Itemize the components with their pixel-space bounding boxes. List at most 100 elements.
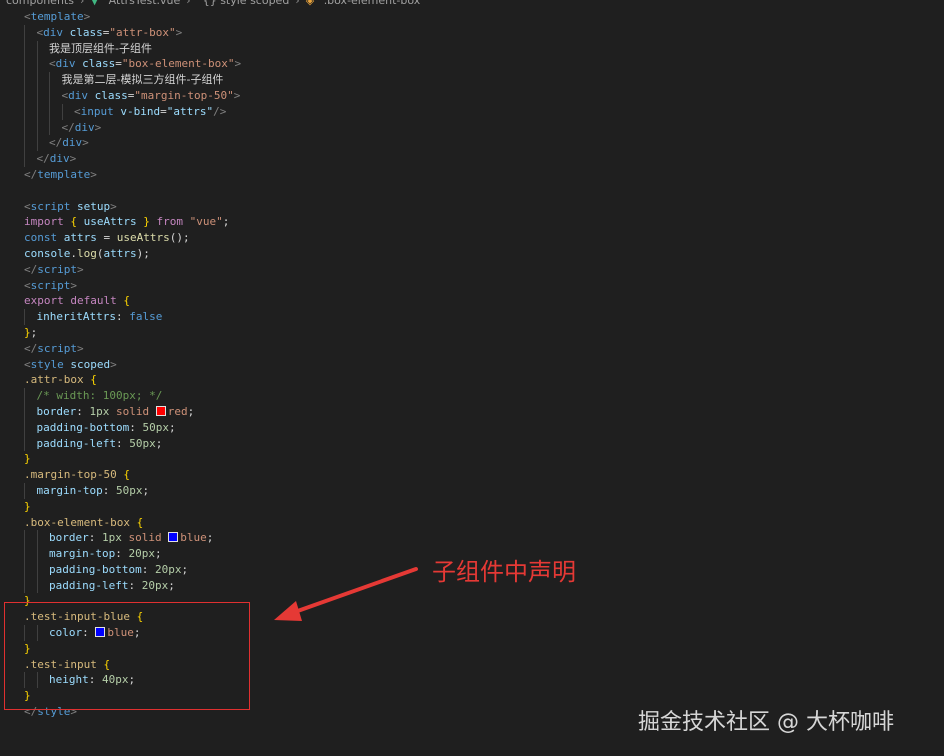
code-line[interactable]: inheritAttrs: false bbox=[24, 309, 944, 325]
code-token: "box-element-box" bbox=[121, 57, 235, 71]
code-token: .attr-box bbox=[24, 373, 84, 387]
code-token: input bbox=[80, 104, 114, 118]
code-line[interactable] bbox=[24, 183, 944, 199]
watermark: 掘金技术社区 @ 大杯咖啡 bbox=[638, 710, 894, 735]
code-token: } bbox=[24, 499, 31, 513]
code-token: useAttrs bbox=[83, 215, 137, 229]
code-line[interactable]: <div class="attr-box"> bbox=[24, 24, 944, 41]
code-line[interactable]: 我是顶层组件-子组件 bbox=[24, 40, 944, 57]
code-line[interactable]: } bbox=[24, 451, 944, 467]
indent-guide bbox=[24, 24, 25, 41]
code-token: ; bbox=[168, 578, 175, 592]
code-token: template bbox=[30, 10, 84, 23]
code-token: < bbox=[24, 357, 31, 371]
code-token: > bbox=[90, 167, 97, 181]
code-token: script bbox=[37, 341, 77, 355]
code-token: < bbox=[74, 104, 81, 118]
code-token: border bbox=[36, 404, 77, 418]
indent-guide bbox=[24, 309, 25, 325]
code-line[interactable]: console.log(attrs); bbox=[24, 246, 944, 262]
code-token: script bbox=[30, 278, 71, 292]
code-line[interactable]: const attrs = useAttrs(); bbox=[24, 230, 944, 246]
code-token: ; bbox=[187, 404, 195, 418]
code-token: 我是顶层组件-子组件 bbox=[49, 41, 152, 55]
code-line[interactable]: padding-left: 50px; bbox=[24, 435, 944, 452]
breadcrumb[interactable]: components › ▼ AttrsTest.vue › {} style scop… bbox=[0, 0, 944, 8]
code-token: v-bind bbox=[120, 104, 161, 118]
code-line[interactable]: </div> bbox=[24, 151, 944, 167]
code-token: { bbox=[136, 515, 144, 529]
code-token: style bbox=[30, 357, 64, 371]
code-line[interactable]: /* width: 100px; */ bbox=[24, 388, 944, 404]
code-token: } bbox=[24, 452, 31, 466]
code-line[interactable]: <template> bbox=[24, 9, 944, 25]
vue-file-icon: ▼ bbox=[90, 0, 103, 7]
code-line[interactable]: <div class="margin-top-50"> bbox=[24, 87, 944, 104]
code-token: div bbox=[43, 25, 63, 39]
code-token: scoped bbox=[70, 357, 111, 371]
breadcrumb-item[interactable]: AttrsTest.vue bbox=[109, 0, 181, 7]
code-line[interactable]: .margin-top-50 { bbox=[24, 467, 944, 483]
code-token: class bbox=[94, 88, 128, 102]
code-line[interactable]: border: 1px solid blue; bbox=[24, 530, 944, 547]
indent-guide bbox=[36, 577, 38, 594]
code-token: padding-left bbox=[36, 436, 116, 450]
code-token: div bbox=[49, 152, 70, 166]
code-token: padding-bottom bbox=[36, 420, 130, 434]
breadcrumb-item[interactable]: components bbox=[6, 0, 74, 7]
code-token: </ bbox=[24, 262, 38, 276]
color-swatch-icon[interactable] bbox=[168, 532, 179, 543]
code-line[interactable]: <style scoped> bbox=[24, 357, 944, 373]
code-token: > bbox=[77, 341, 84, 355]
code-line[interactable]: margin-top: 50px; bbox=[24, 482, 944, 499]
code-token: .box-element-box bbox=[24, 515, 130, 529]
indent-guide bbox=[24, 72, 25, 88]
breadcrumb-item[interactable]: {} style scoped bbox=[203, 0, 290, 7]
code-line[interactable]: export default { bbox=[24, 293, 944, 309]
code-token: false bbox=[129, 310, 163, 324]
code-token: ; bbox=[206, 531, 214, 545]
code-line[interactable]: </template> bbox=[24, 167, 944, 183]
code-token: ; bbox=[168, 420, 176, 434]
code-line[interactable]: </script> bbox=[24, 341, 944, 357]
code-line[interactable]: }; bbox=[24, 325, 944, 341]
code-line[interactable]: </script> bbox=[24, 262, 944, 278]
chevron-right-icon: › bbox=[79, 0, 85, 7]
code-token: : bbox=[115, 436, 130, 450]
code-line[interactable]: </div> bbox=[24, 135, 944, 152]
code-line[interactable]: <script setup> bbox=[24, 199, 944, 215]
code-line[interactable]: } bbox=[24, 499, 944, 515]
code-token: /* width: 100px; */ bbox=[36, 389, 163, 403]
code-line[interactable]: 我是第二层-模拟三方组件-子组件 bbox=[24, 72, 944, 88]
code-line[interactable]: <div class="box-element-box"> bbox=[24, 56, 944, 73]
code-token: /> bbox=[213, 104, 227, 118]
code-token: attrs bbox=[103, 246, 137, 260]
code-line[interactable]: <input v-bind="attrs"/> bbox=[24, 103, 944, 120]
code-line[interactable]: .box-element-box { bbox=[24, 515, 944, 531]
breadcrumb-item[interactable]: .box-element-box bbox=[324, 0, 421, 7]
code-token: 20px bbox=[128, 547, 155, 561]
code-line[interactable]: .attr-box { bbox=[24, 372, 944, 388]
indent-guide bbox=[24, 419, 25, 436]
code-line[interactable]: </div> bbox=[24, 119, 944, 136]
code-token: const bbox=[24, 231, 58, 245]
code-token: (); bbox=[169, 231, 190, 245]
code-line[interactable]: border: 1px solid red; bbox=[24, 403, 944, 420]
code-line[interactable]: <script> bbox=[24, 278, 944, 294]
code-token: : bbox=[129, 420, 143, 434]
code-line[interactable]: import { useAttrs } from "vue"; bbox=[24, 214, 944, 230]
css-selector-icon: ◈ bbox=[305, 0, 318, 7]
code-token: ; bbox=[155, 436, 163, 450]
code-token: </ bbox=[36, 152, 50, 166]
color-swatch-icon[interactable] bbox=[155, 405, 166, 416]
code-token: ; bbox=[222, 215, 230, 229]
indent-guide bbox=[36, 530, 38, 547]
code-token: { bbox=[123, 294, 130, 308]
indent-guide bbox=[36, 135, 38, 152]
code-token: = bbox=[96, 231, 117, 245]
code-token: . bbox=[70, 246, 77, 260]
code-line[interactable]: padding-bottom: 50px; bbox=[24, 419, 944, 436]
